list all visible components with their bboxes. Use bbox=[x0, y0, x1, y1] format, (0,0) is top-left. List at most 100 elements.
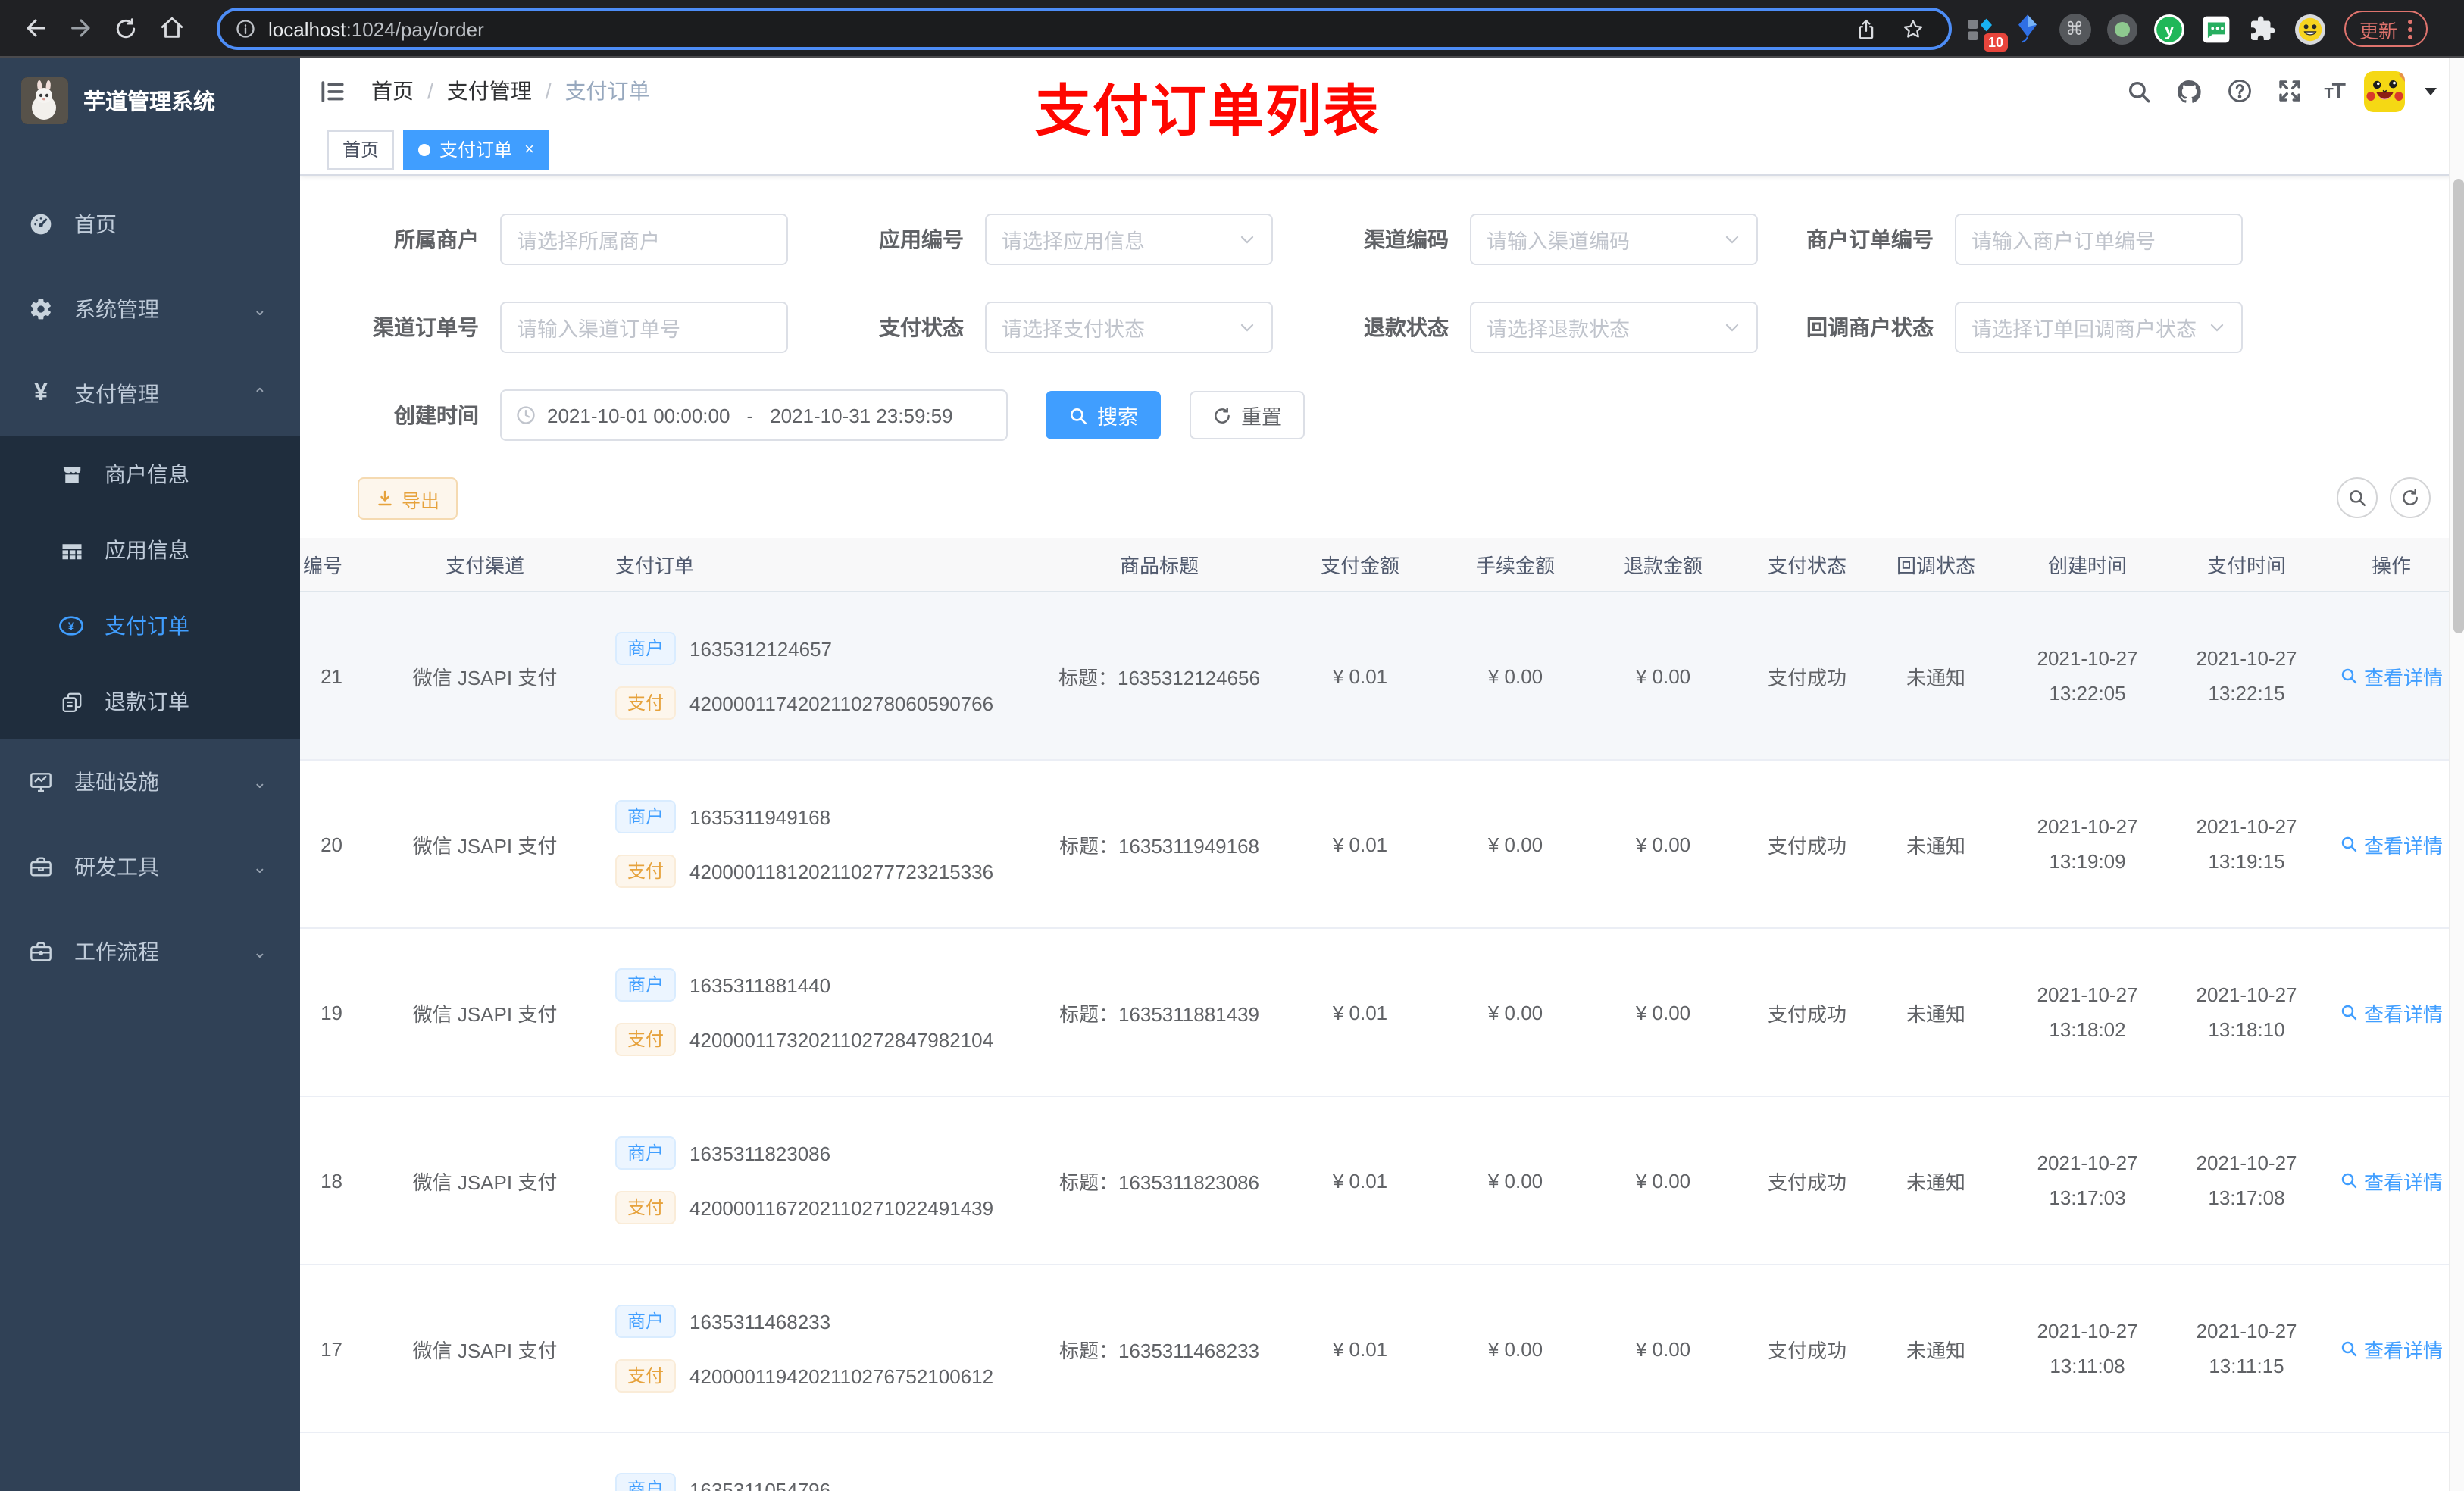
table-row[interactable]: 20 微信 JSAPI 支付 商户 1635311949168 支付 42000… bbox=[300, 761, 2464, 929]
extension-kite-icon[interactable] bbox=[2011, 12, 2044, 45]
filter-input[interactable]: 请选择订单回调商户状态 bbox=[1955, 302, 2243, 353]
table-row[interactable]: 19 微信 JSAPI 支付 商户 1635311881440 支付 42000… bbox=[300, 929, 2464, 1097]
merchant-order-no: 1635312124657 bbox=[689, 637, 833, 660]
filter-input[interactable]: 请选择退款状态 bbox=[1470, 302, 1758, 353]
sidebar-collapse-button[interactable] bbox=[318, 77, 347, 105]
cell-pay-order: 商户 1635311881440 支付 42000011732021102728… bbox=[606, 968, 1046, 1056]
reset-button[interactable]: 重置 bbox=[1190, 391, 1305, 439]
help-icon[interactable] bbox=[2224, 76, 2254, 106]
extension-command-icon[interactable]: ⌘ bbox=[2058, 12, 2091, 45]
cell-created-time: 2021-10-27 13:17:03 bbox=[2000, 1146, 2175, 1215]
header-search-button[interactable] bbox=[2124, 76, 2154, 106]
chevron-down-icon bbox=[2210, 324, 2224, 332]
bookmark-star-icon[interactable] bbox=[1902, 17, 1925, 40]
view-detail-link[interactable]: 查看详情 bbox=[2319, 830, 2464, 858]
merchant-tag: 商户 bbox=[615, 1136, 677, 1170]
sidebar-item-merchant-info[interactable]: 商户信息 bbox=[0, 436, 300, 512]
paid-date: 2021-10-27 bbox=[2196, 647, 2297, 670]
filter-input[interactable]: 请输入渠道订单号 bbox=[500, 302, 788, 353]
extensions-puzzle-button[interactable] bbox=[2246, 12, 2279, 45]
pay-order-line: 支付 4200001174202110278060590766 bbox=[615, 686, 1046, 720]
tab-pay-order[interactable]: 支付订单 × bbox=[403, 130, 549, 169]
pay-order-line: 支付 4200001194202110276752100612 bbox=[615, 1359, 1046, 1393]
view-detail-link[interactable]: 查看详情 bbox=[2319, 998, 2464, 1027]
cell-amount: ¥ 0.01 bbox=[1332, 1337, 1388, 1360]
url-path: :1024/pay/order bbox=[346, 17, 484, 40]
view-detail-link[interactable]: 查看详情 bbox=[2319, 1334, 2464, 1363]
search-icon bbox=[2350, 490, 2366, 506]
sidebar-item-refund-order[interactable]: 退款订单 bbox=[0, 664, 300, 739]
home-icon bbox=[160, 17, 183, 38]
browser-home-button[interactable] bbox=[149, 5, 194, 51]
cell-title: 标题：1635311949168 bbox=[1058, 834, 1260, 857]
filter-input[interactable]: 请选择应用信息 bbox=[985, 214, 1273, 265]
browser-profile-avatar[interactable] bbox=[2293, 12, 2326, 45]
site-info-icon[interactable] bbox=[235, 18, 256, 39]
filter-input[interactable]: 请选择所属商户 bbox=[500, 214, 788, 265]
scrollbar-thumb[interactable] bbox=[2453, 179, 2463, 633]
extension-pinned-icon[interactable]: 10 bbox=[1964, 12, 2008, 52]
sidebar-item-home[interactable]: 首页 bbox=[0, 182, 300, 267]
sidebar: 芋道管理系统 首页 系统管理 ⌄ ¥ 支付管理 ⌃ 商户信息 应用信息 ¥ 支付… bbox=[0, 58, 300, 1491]
user-avatar[interactable] bbox=[2364, 70, 2405, 111]
font-size-small: T bbox=[2324, 86, 2333, 102]
fullscreen-icon[interactable] bbox=[2274, 76, 2304, 106]
table-row[interactable]: 21 微信 JSAPI 支付 商户 1635312124657 支付 42000… bbox=[300, 592, 2464, 761]
tab-home[interactable]: 首页 bbox=[327, 130, 395, 169]
browser-back-button[interactable] bbox=[12, 5, 58, 51]
update-label: 更新 bbox=[2359, 20, 2398, 42]
browser-menu-icon[interactable] bbox=[2408, 19, 2413, 39]
sidebar-logo[interactable]: 芋道管理系统 bbox=[0, 58, 300, 142]
filter-input[interactable]: 请输入商户订单编号 bbox=[1955, 214, 2243, 265]
browser-update-button[interactable]: 更新 bbox=[2344, 11, 2428, 47]
table-row[interactable]: 商户 1635311054796 支付 查看详情 bbox=[300, 1433, 2464, 1491]
table-toolbar: 导出 bbox=[300, 477, 2464, 520]
user-menu-caret-icon[interactable] bbox=[2425, 87, 2437, 95]
date-range-input[interactable]: 2021-10-01 00:00:00 - 2021-10-31 23:59:5… bbox=[500, 389, 1008, 441]
table-row[interactable]: 17 微信 JSAPI 支付 商户 1635311468233 支付 42000… bbox=[300, 1265, 2464, 1433]
sidebar-item-infrastructure[interactable]: 基础设施 ⌄ bbox=[0, 739, 300, 824]
table-row[interactable]: 18 微信 JSAPI 支付 商户 1635311823086 支付 42000… bbox=[300, 1097, 2464, 1265]
cell-actions: 查看详情 bbox=[2319, 998, 2464, 1027]
column-header: 支付金额 bbox=[1320, 555, 1399, 577]
extension-y-icon[interactable]: y bbox=[2152, 12, 2185, 45]
breadcrumb-payment[interactable]: 支付管理 bbox=[447, 76, 532, 106]
page-scrollbar[interactable] bbox=[2449, 58, 2464, 1491]
extension-record-icon[interactable] bbox=[2105, 12, 2138, 45]
sidebar-item-workflow[interactable]: 工作流程 ⌄ bbox=[0, 909, 300, 994]
refresh-table-button[interactable] bbox=[2390, 477, 2431, 518]
view-detail-link[interactable]: 查看详情 bbox=[2319, 661, 2464, 690]
pay-tag: 支付 bbox=[615, 1023, 677, 1056]
sidebar-item-payment[interactable]: ¥ 支付管理 ⌃ bbox=[0, 352, 300, 436]
sidebar-item-system[interactable]: 系统管理 ⌄ bbox=[0, 267, 300, 352]
share-icon[interactable] bbox=[1855, 17, 1878, 40]
created-time: 13:17:03 bbox=[2049, 1186, 2126, 1209]
search-button[interactable]: 搜索 bbox=[1046, 391, 1161, 439]
breadcrumb-home[interactable]: 首页 bbox=[371, 76, 414, 106]
sidebar-menu: 首页 系统管理 ⌄ ¥ 支付管理 ⌃ 商户信息 应用信息 ¥ 支付订单 退款订单… bbox=[0, 182, 300, 994]
pay-order-no: 4200001181202110277723215336 bbox=[689, 860, 994, 883]
show-search-toggle-button[interactable] bbox=[2337, 477, 2378, 518]
filter-input[interactable]: 请输入渠道编码 bbox=[1470, 214, 1758, 265]
view-detail-link[interactable]: 查看详情 bbox=[2319, 1166, 2464, 1195]
merchant-tag: 商户 bbox=[615, 1305, 677, 1338]
cell-channel: 微信 JSAPI 支付 bbox=[412, 666, 558, 689]
browser-reload-button[interactable] bbox=[103, 5, 149, 51]
github-icon[interactable] bbox=[2174, 76, 2204, 106]
address-bar[interactable]: localhost:1024/pay/order bbox=[217, 8, 1952, 50]
sidebar-item-devtools[interactable]: 研发工具 ⌄ bbox=[0, 824, 300, 909]
cell-created-time: 2021-10-27 13:19:09 bbox=[2000, 809, 2175, 879]
sidebar-item-pay-order[interactable]: ¥ 支付订单 bbox=[0, 588, 300, 664]
sidebar-item-app-info[interactable]: 应用信息 bbox=[0, 512, 300, 588]
command-icon: ⌘ bbox=[2059, 13, 2090, 45]
extension-chat-icon[interactable] bbox=[2199, 12, 2232, 45]
cell-fee: ¥ 0.00 bbox=[1487, 664, 1543, 687]
close-tab-icon[interactable]: × bbox=[524, 140, 534, 158]
merchant-order-no: 1635311823086 bbox=[689, 1142, 831, 1164]
filter-group: 渠道订单号 请输入渠道订单号 bbox=[312, 302, 788, 353]
date-start-value: 2021-10-01 00:00:00 bbox=[547, 404, 730, 427]
browser-forward-button[interactable] bbox=[58, 5, 103, 51]
export-button[interactable]: 导出 bbox=[358, 477, 458, 520]
filter-input[interactable]: 请选择支付状态 bbox=[985, 302, 1273, 353]
font-size-icon[interactable]: TT bbox=[2324, 78, 2346, 104]
